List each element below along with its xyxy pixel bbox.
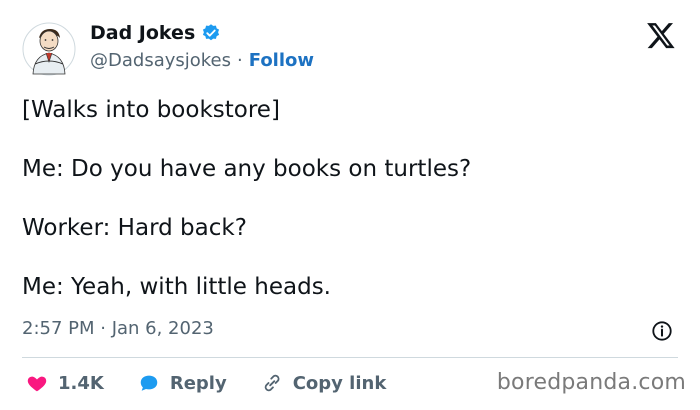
timestamp[interactable]: 2:57 PM · Jan 6, 2023 — [22, 318, 214, 339]
tweet-line: [Walks into bookstore] — [22, 97, 280, 123]
action-bar: 1.4K Reply Copy link — [26, 368, 420, 398]
heart-icon — [27, 376, 47, 392]
x-logo-icon[interactable] — [646, 20, 676, 50]
copy-link-label: Copy link — [292, 372, 387, 394]
reply-button[interactable]: Reply — [138, 372, 227, 394]
reply-bubble-icon — [140, 375, 158, 391]
like-button[interactable]: 1.4K — [26, 372, 104, 394]
tweet-line: Worker: Hard back? — [22, 215, 247, 241]
follow-button[interactable]: Follow — [249, 50, 314, 71]
reply-label: Reply — [169, 372, 227, 394]
divider — [22, 357, 678, 358]
tweet-line: Me: Yeah, with little heads. — [22, 274, 331, 300]
tweet-header: Dad Jokes @Dadsaysjokes · Follow — [0, 0, 700, 90]
copy-link-button[interactable]: Copy link — [261, 372, 387, 394]
info-icon[interactable] — [651, 320, 673, 342]
handle[interactable]: @Dadsaysjokes — [90, 50, 231, 71]
tweet-text: [Walks into bookstore] Me: Do you have a… — [22, 94, 682, 330]
like-count: 1.4K — [58, 372, 104, 394]
watermark: boredpanda.com — [496, 370, 686, 395]
display-name-text: Dad Jokes — [90, 22, 196, 44]
verified-badge-icon — [201, 23, 221, 43]
separator-dot: · — [237, 50, 243, 71]
handle-row: @Dadsaysjokes · Follow — [90, 50, 314, 71]
display-name[interactable]: Dad Jokes — [90, 22, 221, 44]
tweet-line: Me: Do you have any books on turtles? — [22, 156, 472, 182]
link-icon — [264, 374, 280, 392]
avatar[interactable] — [22, 22, 76, 76]
